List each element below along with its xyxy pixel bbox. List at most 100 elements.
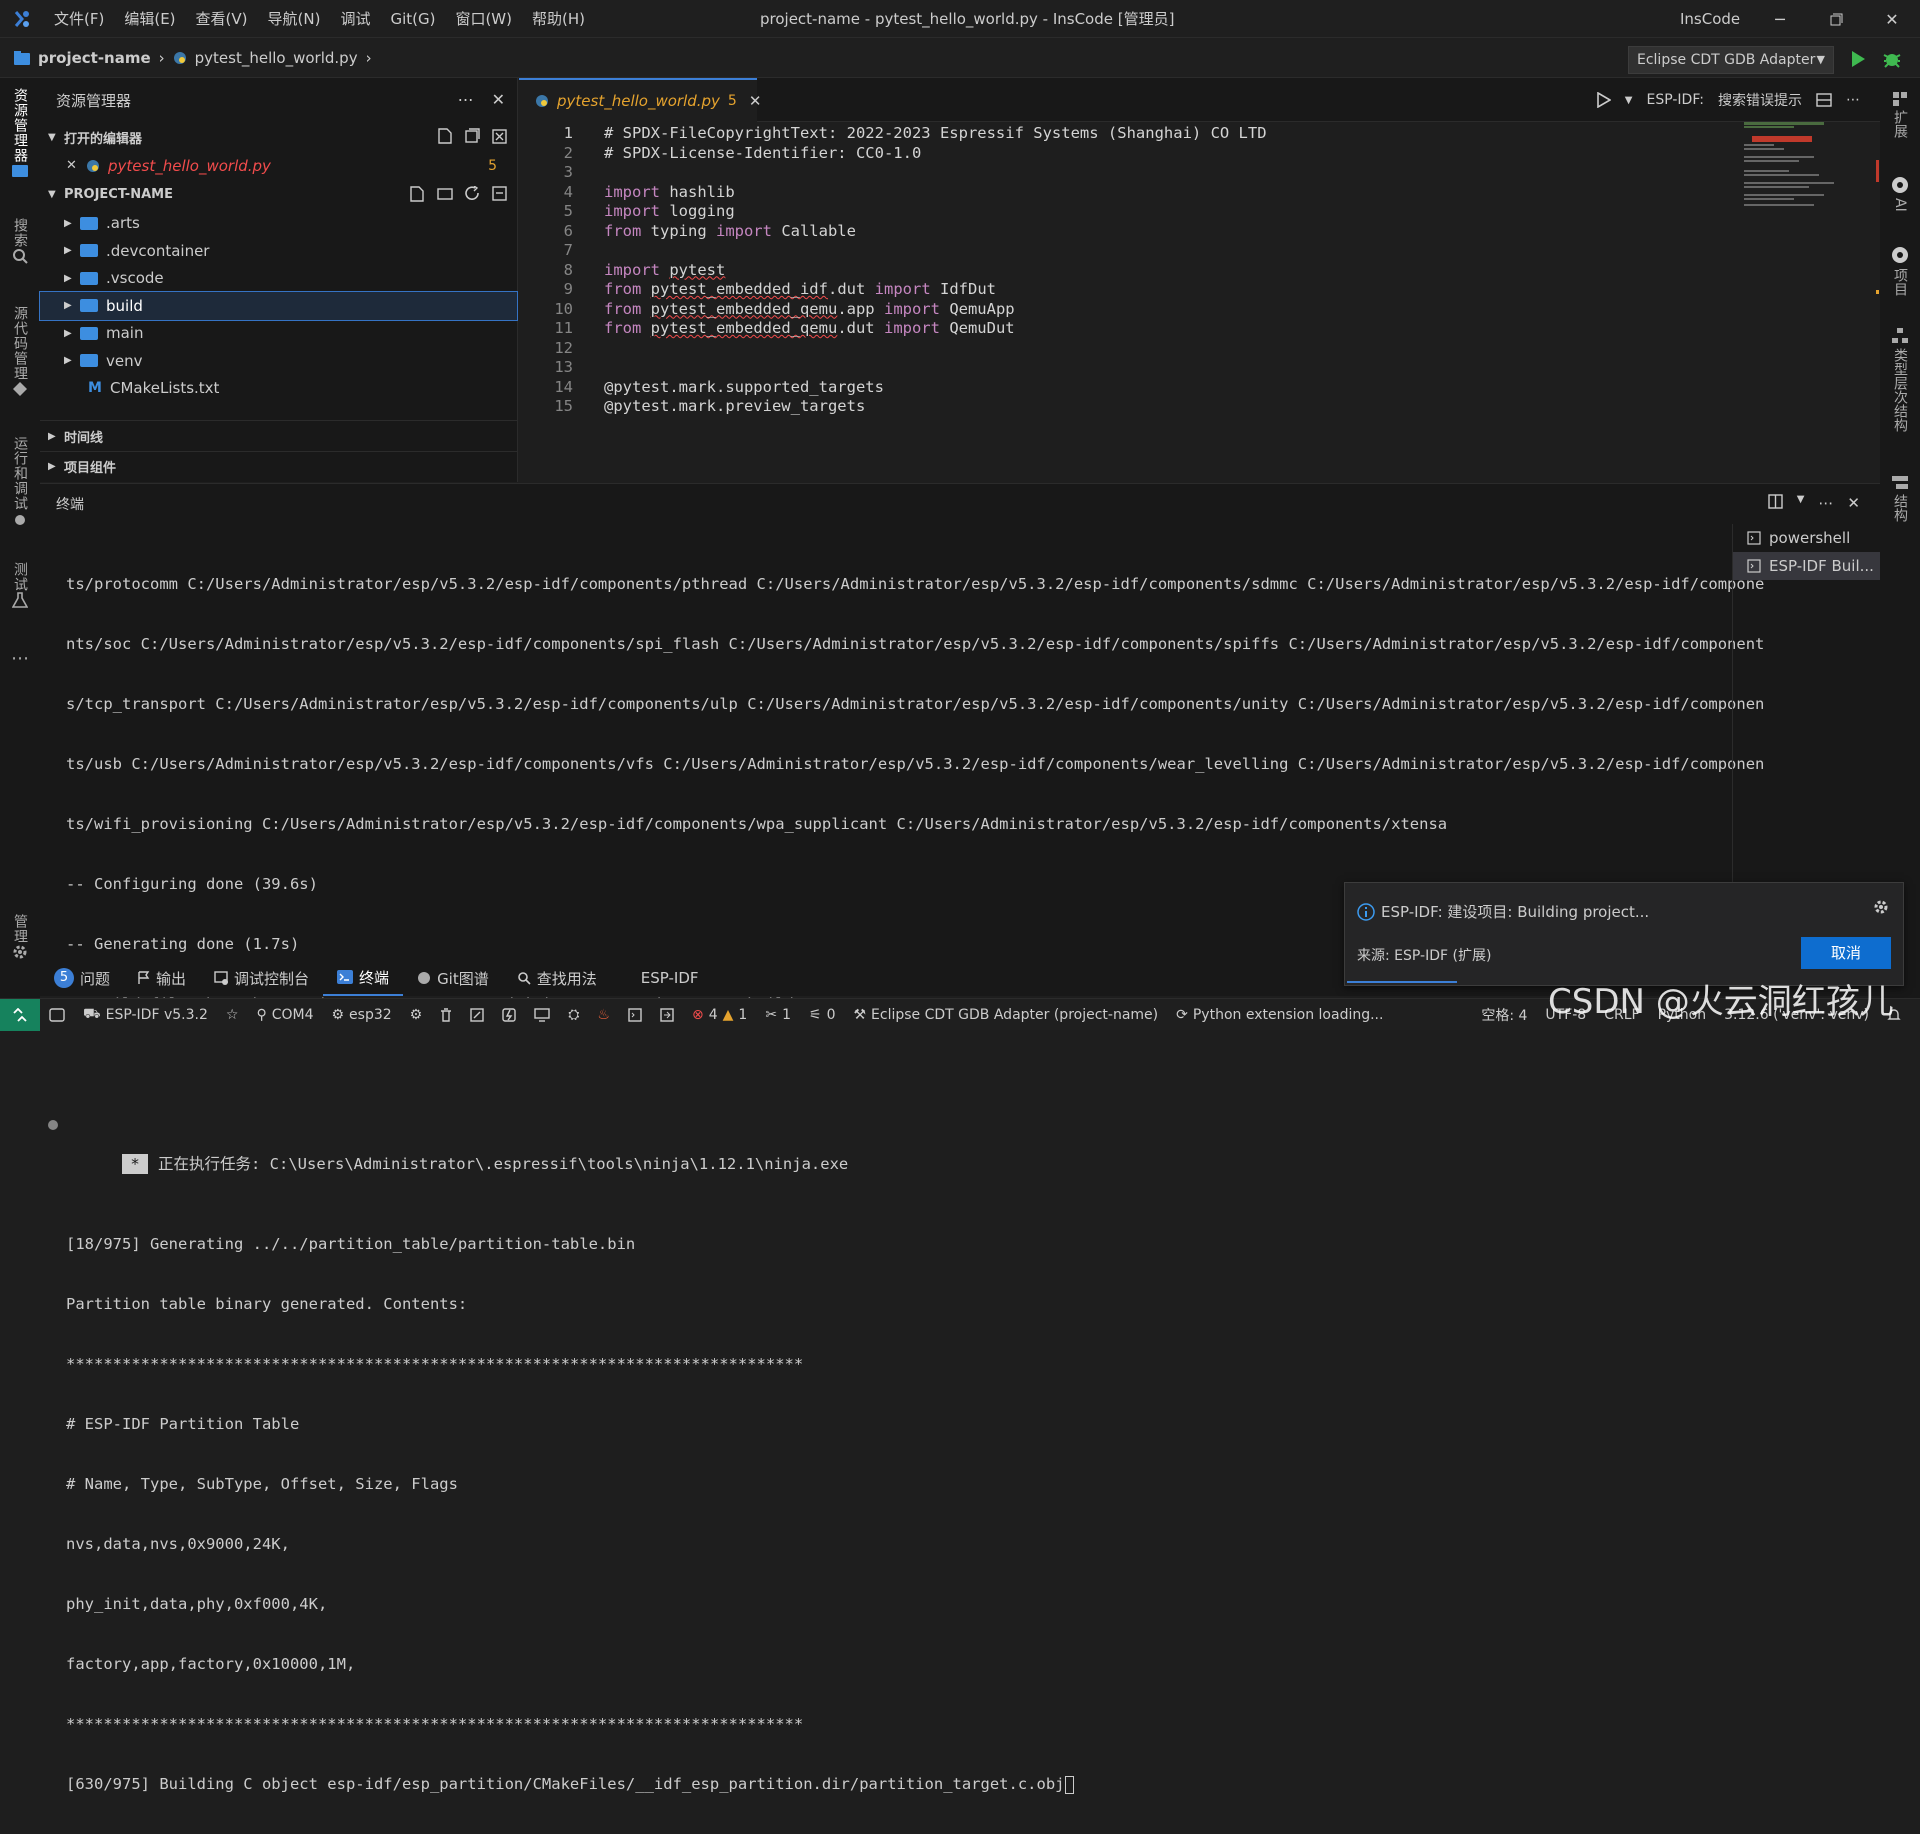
tree-item-cmakelists[interactable]: M CMakeLists.txt	[40, 375, 517, 403]
project-section[interactable]: ▼ PROJECT-NAME	[40, 180, 517, 210]
new-folder-icon[interactable]	[437, 186, 453, 202]
new-file-icon[interactable]	[438, 128, 453, 144]
minimap[interactable]	[1744, 122, 1864, 242]
close-window-button[interactable]: ✕	[1864, 0, 1920, 38]
status-broadcast[interactable]: ⚟ 0	[800, 1007, 844, 1023]
tree-item-arts[interactable]: ▶ .arts	[40, 210, 517, 238]
monitor-icon[interactable]	[525, 1007, 559, 1022]
activity-manage[interactable]: 管理	[0, 914, 40, 960]
code-line: # SPDX-License-Identifier: CC0-1.0	[604, 143, 922, 162]
rightbar-structure[interactable]: 结构	[1880, 476, 1920, 522]
split-editor-icon[interactable]	[1816, 93, 1832, 107]
timeline-section[interactable]: ▶ 时间线	[40, 421, 517, 451]
activity-explorer[interactable]: 资源管理器	[0, 88, 40, 177]
more-actions-icon[interactable]: ⋯	[1818, 494, 1833, 512]
tab-debug-console[interactable]: 调试控制台	[200, 960, 323, 996]
line-number: 12	[554, 338, 573, 357]
status-port[interactable]: ⚲ COM4	[247, 1007, 322, 1023]
star-icon[interactable]: ☆	[217, 1007, 248, 1023]
activity-search[interactable]: 搜索	[0, 218, 40, 264]
run-file-icon[interactable]	[1596, 92, 1611, 108]
close-all-icon[interactable]	[492, 128, 507, 144]
terminal-instance-esp-idf[interactable]: ESP-IDF Buil...	[1733, 552, 1880, 580]
tree-item-venv[interactable]: ▶ venv	[40, 347, 517, 375]
cancel-button[interactable]: 取消	[1801, 937, 1891, 969]
rightbar-extensions[interactable]: 扩展	[1880, 92, 1920, 138]
more-actions-icon[interactable]: ⋯	[458, 90, 474, 109]
rightbar-type-hierarchy[interactable]: 类型层次结构	[1880, 328, 1920, 432]
run-task-icon[interactable]	[651, 1007, 683, 1022]
tree-item-devcontainer[interactable]: ▶ .devcontainer	[40, 237, 517, 265]
chevron-down-icon[interactable]: ▼	[1797, 494, 1805, 512]
debug-bug-icon[interactable]	[1882, 49, 1902, 69]
tab-output[interactable]: 输出	[124, 960, 200, 996]
run-icon[interactable]	[1850, 50, 1866, 68]
menu-edit[interactable]: 编辑(E)	[114, 0, 185, 38]
search-error-hint-button[interactable]: 搜索错误提示	[1718, 90, 1802, 110]
status-debug-adapter[interactable]: ⚒ Eclipse CDT GDB Adapter (project-name)	[844, 1007, 1167, 1023]
components-section[interactable]: ▶ 项目组件	[40, 451, 517, 481]
tab-esp-idf[interactable]: ESP-IDF	[627, 960, 713, 996]
tab-problems[interactable]: 5 问题	[40, 960, 124, 996]
status-target[interactable]: ⚙ esp32	[322, 1007, 400, 1023]
split-terminal-icon[interactable]	[1768, 494, 1783, 512]
activity-run-debug[interactable]: 运行和调试	[0, 436, 40, 527]
minimize-button[interactable]: ─	[1752, 0, 1808, 38]
debug-config-select[interactable]: Eclipse CDT GDB Adapter ▼	[1628, 46, 1834, 74]
rightbar-project[interactable]: 项目	[1880, 246, 1920, 296]
open-editor-item[interactable]: ✕ pytest_hello_world.py 5	[40, 152, 517, 180]
terminal-instance-powershell[interactable]: powershell	[1733, 524, 1880, 552]
status-esp-idf-version[interactable]: ⛟ ESP-IDF v5.3.2	[74, 1006, 217, 1024]
collapse-all-icon[interactable]	[492, 185, 507, 202]
terminal-output[interactable]: ts/protocomm C:/Users/Administrator/esp/…	[48, 534, 1764, 1834]
close-icon[interactable]: ✕	[66, 158, 86, 173]
menu-navigate[interactable]: 导航(N)	[258, 0, 331, 38]
status-window-icon[interactable]	[40, 1007, 74, 1022]
breadcrumb-project[interactable]: project-name	[38, 49, 151, 67]
fire-icon[interactable]: ♨	[588, 1007, 619, 1023]
tree-item-vscode[interactable]: ▶ .vscode	[40, 265, 517, 293]
info-icon	[1357, 902, 1375, 921]
new-file-icon[interactable]	[410, 185, 425, 202]
terminal-line: Partition table binary generated. Conten…	[66, 1295, 468, 1313]
rightbar-ai[interactable]: AI	[1880, 176, 1920, 212]
build-flash-monitor-icon[interactable]: ⛭	[559, 1007, 588, 1023]
tab-terminal[interactable]: 终端	[323, 960, 404, 996]
flash-icon[interactable]	[493, 1007, 525, 1022]
tree-item-build[interactable]: ▶ build	[39, 291, 518, 321]
save-all-icon[interactable]	[465, 128, 480, 144]
menu-file[interactable]: 文件(F)	[44, 0, 114, 38]
close-icon[interactable]: ✕	[492, 90, 505, 109]
menu-help[interactable]: 帮助(H)	[522, 0, 595, 38]
activity-testing[interactable]: 测试	[0, 562, 40, 608]
code-editor[interactable]: 1 2 3 4 5 6 7 8 9 10 11 12 13 14 15 # SP…	[519, 122, 1880, 482]
open-editors-section[interactable]: ▼ 打开的编辑器	[40, 122, 517, 152]
build-icon[interactable]	[461, 1007, 493, 1022]
trash-icon[interactable]	[431, 1007, 461, 1022]
status-tools[interactable]: ✂ 1	[756, 1007, 800, 1023]
maximize-button[interactable]	[1808, 0, 1864, 38]
refresh-icon[interactable]	[465, 185, 480, 202]
status-label: COM4	[271, 1006, 314, 1023]
more-icon[interactable]: ⋯	[0, 648, 40, 669]
activity-scm[interactable]: 源代码管理	[0, 306, 40, 397]
terminal-icon[interactable]	[619, 1007, 651, 1022]
close-icon[interactable]: ✕	[749, 92, 762, 110]
close-panel-icon[interactable]: ✕	[1847, 494, 1860, 512]
tab-git-graph[interactable]: Git图谱	[403, 960, 503, 996]
remote-icon[interactable]	[0, 998, 40, 1031]
status-problems[interactable]: ⊗ 4 ▲ 1	[683, 1007, 756, 1023]
gear-icon[interactable]	[1873, 899, 1889, 915]
menu-debug[interactable]: 调试	[330, 0, 380, 38]
editor-tab[interactable]: pytest_hello_world.py 5 ✕	[519, 78, 761, 122]
breadcrumb-file[interactable]: pytest_hello_world.py	[195, 49, 358, 67]
menu-view[interactable]: 查看(V)	[186, 0, 258, 38]
menu-git[interactable]: Git(G)	[380, 0, 445, 38]
chevron-down-icon[interactable]: ▼	[1625, 95, 1633, 106]
tree-item-main[interactable]: ▶ main	[40, 320, 517, 348]
tab-find-usages[interactable]: 查找用法	[503, 960, 611, 996]
menu-window[interactable]: 窗口(W)	[445, 0, 522, 38]
more-actions-icon[interactable]: ⋯	[1846, 92, 1860, 108]
settings-icon[interactable]: ⚙	[401, 1007, 432, 1023]
status-indent[interactable]: 空格: 4	[1472, 1005, 1536, 1025]
